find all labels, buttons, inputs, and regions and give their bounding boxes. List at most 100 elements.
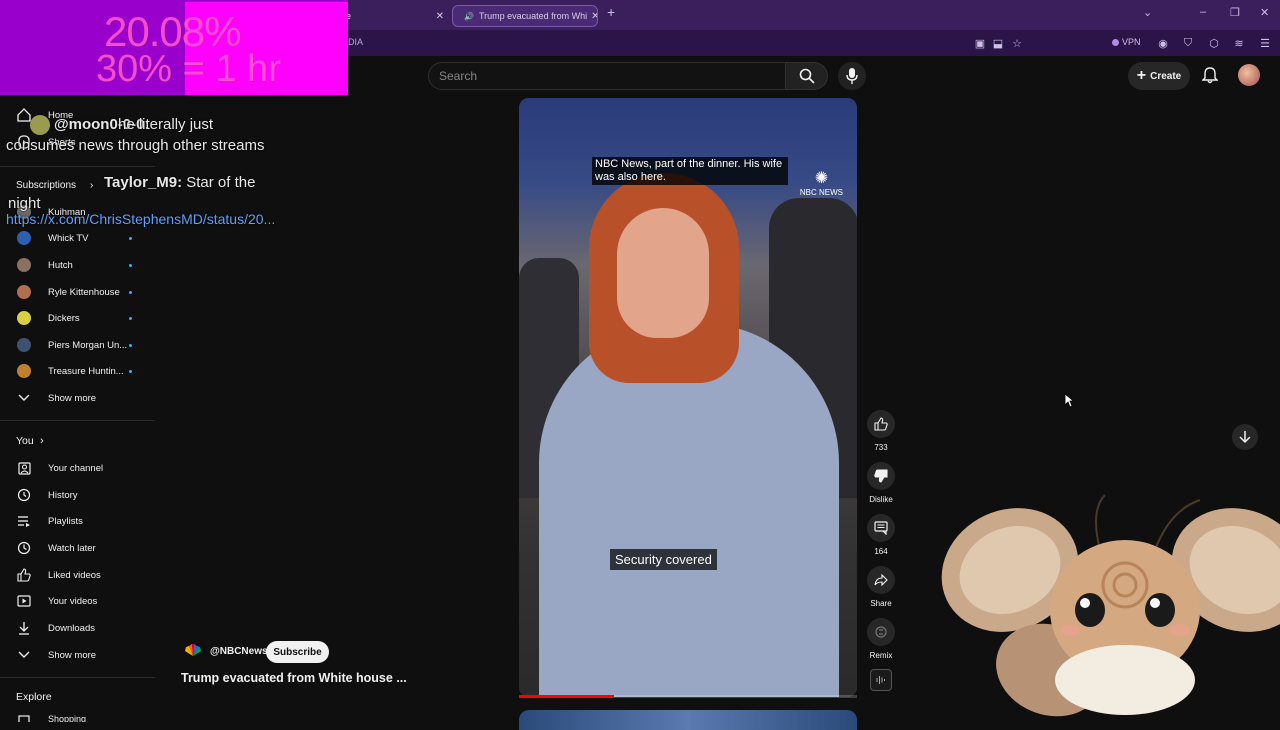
sidebar-show-more[interactable]: Show more	[0, 642, 150, 668]
menu-icon[interactable]: ☰	[1258, 36, 1272, 50]
moth-mascot-illustration	[940, 490, 1280, 720]
nbc-peacock-icon[interactable]	[183, 642, 203, 662]
like-button[interactable]: 733	[866, 410, 896, 452]
next-short-preview[interactable]	[519, 710, 857, 730]
sidebar-show-more[interactable]: Show more	[0, 385, 150, 411]
video-title[interactable]: Trump evacuated from White house ...	[181, 671, 407, 685]
chat-link[interactable]: https://x.com/ChrisStephensMD/status/20.…	[6, 211, 275, 227]
minimize-icon[interactable]: –	[1200, 6, 1206, 18]
new-content-dot	[129, 343, 132, 347]
remix-button[interactable]: Remix	[866, 618, 896, 660]
notifications-bell-icon[interactable]	[1201, 67, 1219, 89]
arrow-down-icon	[1239, 431, 1251, 444]
comments-button[interactable]: 164	[866, 514, 896, 556]
microphone-icon	[846, 68, 858, 84]
channel-avatar	[17, 311, 31, 325]
chevron-down-icon[interactable]: ⌄	[1143, 6, 1152, 19]
you-heading: You	[16, 435, 34, 447]
create-button[interactable]: + Create	[1128, 62, 1190, 90]
vpn-badge[interactable]: VPN	[1112, 37, 1141, 47]
new-content-dot	[129, 236, 132, 240]
video-progress-bar[interactable]	[519, 695, 857, 698]
video-caption-top: NBC News, part of the dinner. His wife w…	[592, 157, 788, 185]
new-content-dot	[129, 369, 132, 373]
restore-icon[interactable]: ❐	[1230, 6, 1240, 19]
speaker-icon[interactable]: 🔊	[464, 12, 474, 21]
chat-message: https://x.com/ChrisStephensMD/status/20.…	[6, 210, 278, 229]
explore-heading: Explore	[16, 691, 52, 703]
comment-icon	[867, 514, 895, 542]
goal-percent-text: 20.08%	[104, 8, 241, 55]
new-content-dot	[129, 263, 132, 267]
sidebar-divider	[0, 420, 155, 421]
extensions-icon[interactable]: ⬡	[1207, 36, 1221, 50]
search-input[interactable]: Search	[428, 62, 786, 90]
user-avatar[interactable]	[1238, 64, 1260, 86]
channel-handle[interactable]: @NBCNews	[210, 646, 268, 657]
thumbs-up-icon	[867, 410, 895, 438]
share-button[interactable]: Share	[866, 566, 896, 608]
subscribe-button[interactable]: Subscribe	[266, 641, 329, 663]
short-video-player[interactable]: ✺ NBC NEWS	[519, 98, 857, 697]
sidebar-item-label: Downloads	[48, 622, 95, 634]
video-progress-fill	[519, 695, 614, 698]
share-label: Share	[870, 599, 892, 608]
mouse-cursor-icon	[1064, 393, 1075, 413]
sidebar-item-label: Watch later	[48, 542, 96, 554]
sidebar-item-your-videos[interactable]: Your videos	[0, 588, 150, 614]
screenshot-icon[interactable]: ▣	[973, 36, 987, 50]
goal-rate-text: 30% = 1 hr	[96, 48, 281, 90]
download-icon[interactable]: ⬓	[991, 36, 1005, 50]
sidebar-item-label: Ryle Kittenhouse	[48, 286, 120, 298]
sidebar-item-playlists[interactable]: Playlists	[0, 508, 150, 534]
sidebar-divider	[0, 166, 155, 167]
sidebar-you-heading[interactable]: You ›	[0, 428, 150, 454]
download-icon	[17, 621, 31, 635]
dislike-label: Dislike	[869, 495, 893, 504]
sidebar-item-your-channel[interactable]: Your channel	[0, 455, 150, 481]
next-short-button[interactable]	[1232, 424, 1258, 450]
sidebar-item-channel[interactable]: Piers Morgan Un...	[0, 332, 150, 358]
voice-search-button[interactable]	[838, 62, 866, 90]
sidebar-item-channel[interactable]: Hutch	[0, 252, 150, 278]
new-tab-icon[interactable]: +	[607, 4, 615, 20]
browser-tab-active[interactable]: 🔊 Trump evacuated from Whi ✕	[452, 5, 598, 27]
sidebar-item-liked-videos[interactable]: Liked videos	[0, 562, 150, 588]
dislike-button[interactable]: Dislike	[866, 462, 896, 504]
thumbs-down-icon	[867, 462, 895, 490]
sidebar-item-downloads[interactable]: Downloads	[0, 615, 150, 641]
channel-avatar	[17, 364, 31, 378]
sidebar-explore-heading: Explore	[0, 684, 150, 710]
new-content-dot	[129, 290, 132, 294]
channel-avatar	[17, 338, 31, 352]
sound-source-button[interactable]	[870, 669, 892, 691]
video-caption-bottom: Security covered	[610, 549, 717, 570]
sidebar-item-watch-later[interactable]: Watch later	[0, 535, 150, 561]
sidebar-item-channel[interactable]: Treasure Huntin...	[0, 358, 150, 384]
sidebar-item-history[interactable]: History	[0, 482, 150, 508]
search-button[interactable]	[786, 62, 828, 90]
chat-username: Taylor_M9:	[104, 174, 183, 191]
close-icon[interactable]: ✕	[436, 11, 444, 22]
sidebar-item-channel[interactable]: Dickers	[0, 305, 150, 331]
history-icon	[17, 488, 31, 502]
nbc-news-logo: ✺ NBC NEWS	[799, 170, 843, 197]
account-icon[interactable]: ◉	[1156, 36, 1170, 50]
star-icon[interactable]: ☆	[1010, 36, 1024, 50]
close-window-icon[interactable]: ✕	[1260, 6, 1269, 19]
chevron-right-icon: ›	[40, 435, 44, 447]
chat-message-text: he literally just consumes news through …	[6, 116, 265, 154]
show-more-label: Show more	[48, 649, 97, 661]
sidebar-divider	[0, 677, 155, 678]
sidebar-item-label: Your channel	[48, 462, 104, 474]
share-icon	[867, 566, 895, 594]
shield-icon[interactable]: ⛉	[1181, 36, 1195, 50]
new-content-dot	[129, 316, 132, 320]
close-icon[interactable]: ✕	[591, 11, 597, 22]
channel-avatar	[17, 258, 31, 272]
sidebar-item-label: Piers Morgan Un...	[48, 339, 128, 351]
sidebar-item-channel[interactable]: Ryle Kittenhouse	[0, 279, 150, 305]
channel-icon	[17, 461, 31, 475]
chat-message: Taylor_M9: Star of the night	[8, 172, 278, 214]
sidebar-icon[interactable]: ≋	[1232, 36, 1246, 50]
